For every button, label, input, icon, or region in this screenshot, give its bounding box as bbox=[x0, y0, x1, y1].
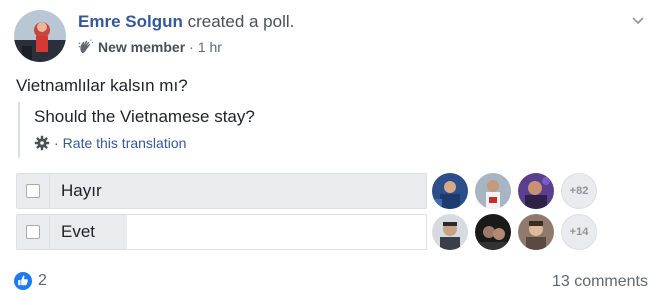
poll-option-voters: +82 bbox=[432, 173, 597, 209]
thumbs-up-icon bbox=[14, 272, 32, 290]
poll-option-label: Evet bbox=[61, 222, 96, 241]
poll-option-divider bbox=[49, 215, 50, 249]
post-meta: New member · 1 hr bbox=[78, 39, 222, 55]
chevron-down-icon[interactable] bbox=[630, 12, 646, 28]
voter-avatar[interactable] bbox=[432, 173, 468, 209]
post-footer: 2 13 comments bbox=[14, 272, 648, 294]
like-count: 2 bbox=[38, 272, 47, 289]
poll-option-divider bbox=[49, 174, 50, 208]
post-time[interactable]: 1 hr bbox=[198, 39, 222, 55]
post-text: Vietnamlılar kalsın mı? bbox=[16, 76, 188, 95]
rate-translation-link[interactable]: Rate this translation bbox=[63, 135, 187, 151]
author-avatar[interactable] bbox=[14, 10, 66, 62]
poll-option-evet[interactable]: Evet bbox=[16, 214, 427, 250]
poll-option-voters: +14 bbox=[432, 214, 597, 250]
voter-avatar[interactable] bbox=[518, 173, 554, 209]
translation-separator: · bbox=[54, 135, 59, 151]
comments-count[interactable]: 13 comments bbox=[552, 273, 648, 291]
member-badge[interactable]: New member bbox=[98, 39, 185, 55]
translation-text: Should the Vietnamese stay? bbox=[34, 107, 255, 126]
translation-meta: · Rate this translation bbox=[34, 135, 186, 151]
author-name-link[interactable]: Emre Solgun bbox=[78, 12, 183, 31]
more-voters-count[interactable]: +82 bbox=[561, 173, 597, 209]
poll-option-hayir[interactable]: Hayır bbox=[16, 173, 427, 209]
voter-avatar[interactable] bbox=[432, 214, 468, 250]
waving-hand-icon bbox=[78, 39, 94, 55]
post-header: Emre Solgun created a poll. New member ·… bbox=[14, 10, 646, 62]
poll-option-checkbox[interactable] bbox=[26, 184, 40, 198]
more-voters-count[interactable]: +14 bbox=[561, 214, 597, 250]
meta-separator: · bbox=[189, 39, 194, 55]
poll-option-checkbox[interactable] bbox=[26, 225, 40, 239]
translation-block: Should the Vietnamese stay? · Rate this bbox=[18, 102, 318, 158]
voter-avatar[interactable] bbox=[475, 214, 511, 250]
reaction-count[interactable]: 2 bbox=[14, 272, 47, 290]
voter-avatar[interactable] bbox=[475, 173, 511, 209]
post-action-text: created a poll. bbox=[182, 12, 295, 31]
author-line: Emre Solgun created a poll. bbox=[78, 12, 294, 32]
voter-avatar[interactable] bbox=[518, 214, 554, 250]
gear-icon[interactable] bbox=[34, 135, 50, 151]
poll-option-label: Hayır bbox=[61, 181, 102, 200]
